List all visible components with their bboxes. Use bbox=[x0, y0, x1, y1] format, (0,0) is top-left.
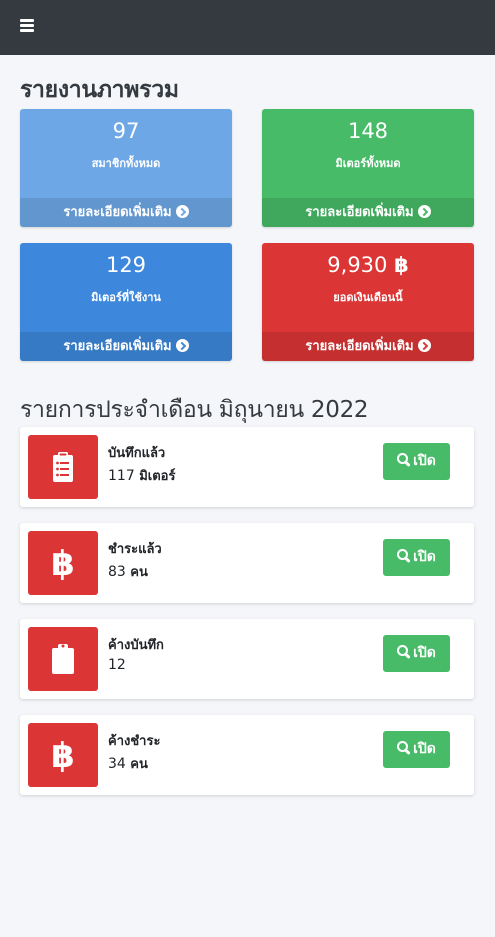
arrow-circle-right-icon bbox=[417, 205, 431, 218]
list-item-pending-record: ค้างบันทึก 12 เปิด bbox=[20, 619, 474, 699]
monthly-amount-label: ยอดเงินเดือนนี้ bbox=[333, 291, 403, 304]
active-meters-count: 129 bbox=[105, 253, 147, 277]
bars-icon[interactable] bbox=[20, 18, 34, 32]
meters-count: 148 bbox=[347, 119, 389, 143]
meters-label: มิเตอร์ทั้งหมด bbox=[335, 157, 401, 170]
monthly-amount: 9,930 ฿ bbox=[327, 253, 409, 277]
arrow-circle-right-icon bbox=[175, 205, 189, 218]
members-box: 97 สมาชิกทั้งหมด รายละเอียดเพิ่มเติม bbox=[20, 109, 232, 227]
clipboard-list-icon bbox=[28, 435, 98, 499]
svg-text:฿: ฿ bbox=[51, 736, 75, 776]
list-item-pending-payment: ฿ ค้างชำระ 34 คน เปิด bbox=[20, 715, 474, 795]
search-icon bbox=[397, 453, 410, 466]
search-icon bbox=[397, 549, 410, 562]
item-title: ค้างบันทึก bbox=[108, 638, 164, 653]
list-item-paid: ฿ ชำระแล้ว 83 คน เปิด bbox=[20, 523, 474, 603]
arrow-circle-right-icon bbox=[175, 339, 189, 352]
open-button[interactable]: เปิด bbox=[383, 731, 450, 768]
monthly-amount-more-link[interactable]: รายละเอียดเพิ่มเติม bbox=[262, 332, 474, 361]
bitcoin-icon: ฿ bbox=[28, 723, 98, 787]
item-value: 12 bbox=[108, 657, 126, 673]
active-meters-box: 129 มิเตอร์ที่ใช้งาน รายละเอียดเพิ่มเติม bbox=[20, 243, 232, 361]
meters-more-link[interactable]: รายละเอียดเพิ่มเติม bbox=[262, 198, 474, 227]
meters-box: 148 มิเตอร์ทั้งหมด รายละเอียดเพิ่มเติม bbox=[262, 109, 474, 227]
item-title: ค้างชำระ bbox=[108, 734, 161, 749]
list-item-recorded: บันทึกแล้ว 117 มิเตอร์ เปิด bbox=[20, 427, 474, 507]
search-icon bbox=[397, 645, 410, 658]
open-button[interactable]: เปิด bbox=[383, 635, 450, 672]
bitcoin-icon: ฿ bbox=[28, 531, 98, 595]
arrow-circle-right-icon bbox=[417, 339, 431, 352]
monthly-amount-box: 9,930 ฿ ยอดเงินเดือนนี้ รายละเอียดเพิ่มเ… bbox=[262, 243, 474, 361]
open-button[interactable]: เปิด bbox=[383, 539, 450, 576]
svg-text:฿: ฿ bbox=[51, 544, 75, 584]
open-button[interactable]: เปิด bbox=[383, 443, 450, 480]
search-icon bbox=[397, 741, 410, 754]
item-title: บันทึกแล้ว bbox=[108, 446, 166, 461]
item-title: ชำระแล้ว bbox=[108, 542, 162, 557]
item-value: 117 มิเตอร์ bbox=[108, 468, 176, 484]
clipboard-icon bbox=[28, 627, 98, 691]
overview-title: รายงานภาพรวม bbox=[20, 77, 179, 103]
navbar bbox=[0, 0, 495, 55]
active-meters-label: มิเตอร์ที่ใช้งาน bbox=[91, 291, 161, 304]
monthly-title: รายการประจำเดือน มิถุนายน 2022 bbox=[20, 397, 369, 423]
members-count: 97 bbox=[112, 119, 140, 143]
item-value: 83 คน bbox=[108, 564, 148, 580]
members-more-link[interactable]: รายละเอียดเพิ่มเติม bbox=[20, 198, 232, 227]
baht-icon: ฿ bbox=[394, 253, 409, 277]
item-value: 34 คน bbox=[108, 756, 148, 772]
active-meters-more-link[interactable]: รายละเอียดเพิ่มเติม bbox=[20, 332, 232, 361]
members-label: สมาชิกทั้งหมด bbox=[91, 157, 161, 170]
